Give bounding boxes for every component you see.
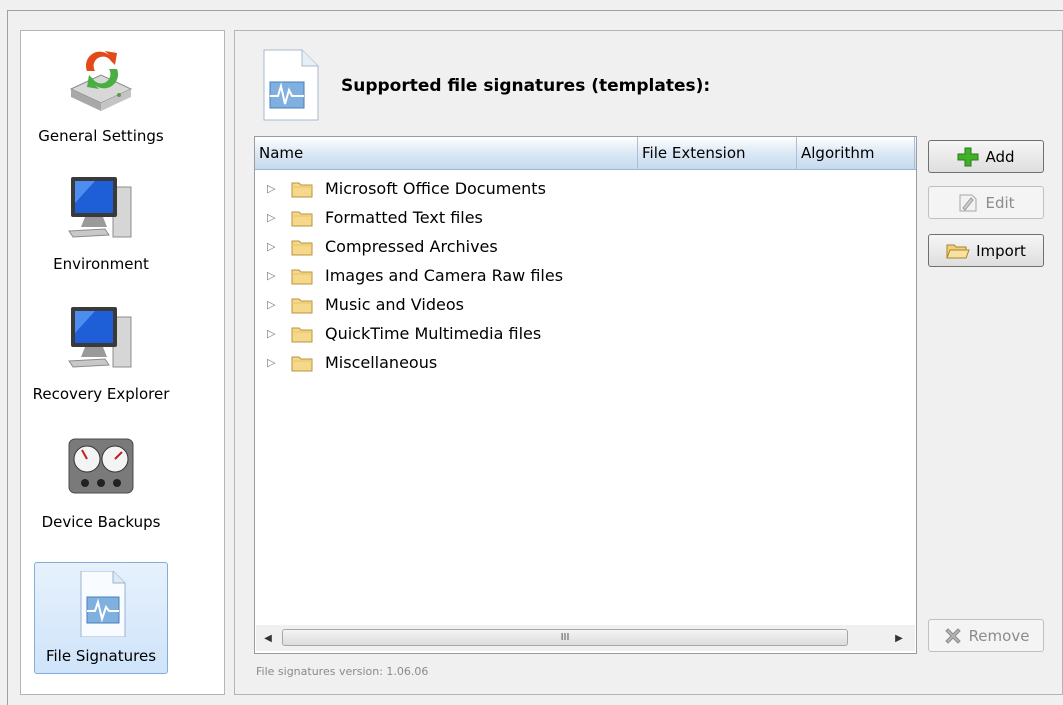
import-button[interactable]: Import bbox=[928, 234, 1044, 267]
scroll-left-icon[interactable]: ◀ bbox=[256, 633, 280, 644]
tree-row-label: Images and Camera Raw files bbox=[325, 266, 564, 285]
horizontal-scrollbar[interactable]: ◀ III ▶ bbox=[256, 625, 915, 651]
tree-row[interactable]: ▷ Music and Videos bbox=[255, 290, 915, 319]
tree-row-label: Microsoft Office Documents bbox=[325, 179, 546, 198]
expand-arrow-icon[interactable]: ▷ bbox=[267, 182, 285, 195]
column-header-name[interactable]: Name bbox=[255, 137, 638, 170]
tree-row[interactable]: ▷ Microsoft Office Documents bbox=[255, 174, 915, 203]
edit-button-label: Edit bbox=[985, 193, 1015, 212]
folder-icon bbox=[291, 356, 313, 371]
tree-row[interactable]: ▷ Formatted Text files bbox=[255, 203, 915, 232]
add-button-label: Add bbox=[985, 147, 1015, 166]
sidebar-item-label: Device Backups bbox=[41, 513, 161, 531]
folder-icon bbox=[291, 298, 313, 313]
window-frame-top bbox=[7, 10, 1063, 11]
sidebar-item-environment[interactable]: Environment bbox=[34, 168, 168, 282]
signatures-tree-table[interactable]: Name File Extension Algorithm ▷ Microsof… bbox=[254, 136, 917, 654]
edit-document-icon bbox=[959, 194, 977, 211]
remove-button-label: Remove bbox=[968, 626, 1030, 645]
table-header: Name File Extension Algorithm bbox=[255, 137, 916, 170]
folder-icon bbox=[291, 240, 313, 255]
expand-arrow-icon[interactable]: ▷ bbox=[267, 240, 285, 253]
folder-icon bbox=[291, 182, 313, 197]
sidebar-item-label: File Signatures bbox=[45, 647, 157, 665]
plus-icon bbox=[957, 147, 979, 166]
edit-button[interactable]: Edit bbox=[928, 186, 1044, 219]
expand-arrow-icon[interactable]: ▷ bbox=[267, 269, 285, 282]
import-button-label: Import bbox=[976, 241, 1026, 260]
tree-row[interactable]: ▷ QuickTime Multimedia files bbox=[255, 319, 915, 348]
sidebar-item-recovery-explorer[interactable]: Recovery Explorer bbox=[32, 298, 170, 412]
sidebar-item-file-signatures[interactable]: File Signatures bbox=[34, 562, 168, 674]
remove-x-icon bbox=[944, 627, 961, 644]
expand-arrow-icon[interactable]: ▷ bbox=[267, 211, 285, 224]
expand-arrow-icon[interactable]: ▷ bbox=[267, 356, 285, 369]
tree-row-label: Music and Videos bbox=[325, 295, 464, 314]
column-header-algorithm[interactable]: Algorithm bbox=[797, 137, 915, 170]
folder-icon bbox=[291, 269, 313, 284]
sidebar-item-device-backups[interactable]: Device Backups bbox=[34, 426, 168, 540]
folder-icon bbox=[291, 211, 313, 226]
version-text: File signatures version: 1.06.06 bbox=[256, 665, 429, 678]
tree-row-label: Miscellaneous bbox=[325, 353, 438, 372]
sidebar-item-label: Recovery Explorer bbox=[32, 385, 170, 403]
tree-row[interactable]: ▷ Compressed Archives bbox=[255, 232, 915, 261]
tree-row-label: QuickTime Multimedia files bbox=[325, 324, 542, 343]
sidebar-item-general-settings[interactable]: General Settings bbox=[34, 40, 168, 154]
tree-row[interactable]: ▷ Miscellaneous bbox=[255, 348, 915, 377]
scroll-right-icon[interactable]: ▶ bbox=[887, 633, 911, 644]
remove-button[interactable]: Remove bbox=[928, 619, 1044, 652]
column-header-file-extension[interactable]: File Extension bbox=[638, 137, 797, 170]
scrollbar-thumb[interactable]: III bbox=[282, 629, 848, 646]
expand-arrow-icon[interactable]: ▷ bbox=[267, 327, 285, 340]
computer-icon bbox=[68, 177, 132, 238]
open-folder-icon bbox=[946, 244, 970, 258]
page-title: Supported file signatures (templates): bbox=[341, 76, 711, 96]
tree-row-label: Compressed Archives bbox=[325, 237, 498, 256]
window-frame-left bbox=[7, 10, 8, 705]
expand-arrow-icon[interactable]: ▷ bbox=[267, 298, 285, 311]
drive-sync-icon bbox=[69, 51, 133, 111]
sidebar-item-label: Environment bbox=[53, 255, 149, 273]
folder-icon bbox=[291, 327, 313, 342]
computer-icon bbox=[68, 307, 132, 368]
tree-row[interactable]: ▷ Images and Camera Raw files bbox=[255, 261, 915, 290]
sidebar-item-label: General Settings bbox=[38, 127, 164, 145]
gauges-icon bbox=[68, 438, 134, 494]
tree-row-label: Formatted Text files bbox=[325, 208, 483, 227]
signature-file-icon bbox=[80, 571, 126, 637]
add-button[interactable]: Add bbox=[928, 140, 1044, 173]
signature-file-icon bbox=[263, 49, 319, 121]
